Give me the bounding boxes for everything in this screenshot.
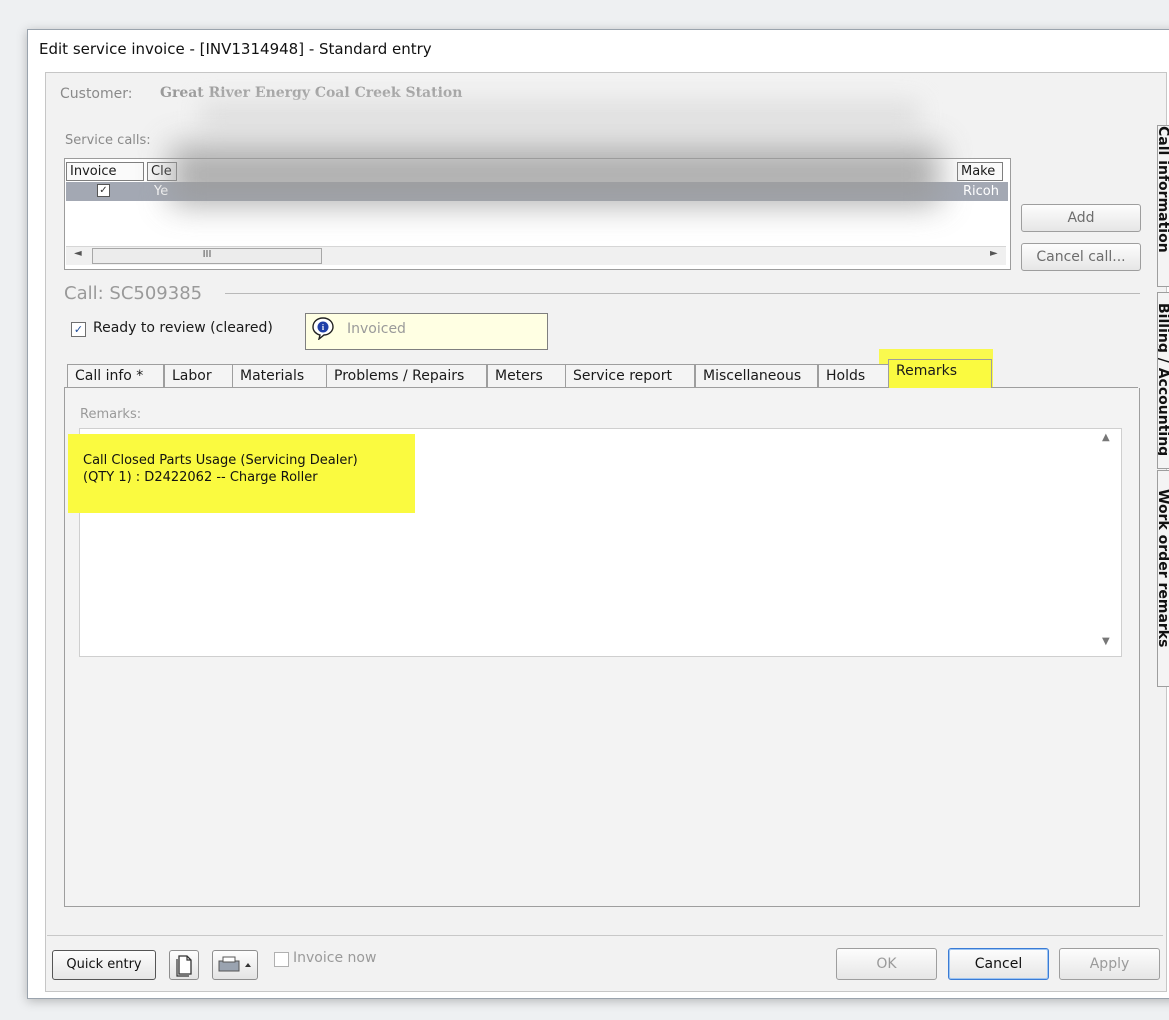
- remarks-label: Remarks:: [80, 407, 142, 422]
- row-make-cell: Ricoh: [963, 184, 999, 199]
- tab-miscellaneous[interactable]: Miscellaneous: [695, 364, 818, 387]
- ready-to-review-checkbox[interactable]: ✓: [71, 322, 86, 337]
- invoice-now-label: Invoice now: [293, 950, 377, 966]
- printer-icon: [218, 956, 251, 972]
- document-button[interactable]: [169, 950, 199, 980]
- invoice-row-checkbox[interactable]: ✓: [97, 184, 110, 197]
- scroll-up-icon[interactable]: ▲: [1102, 432, 1110, 443]
- tab-meters[interactable]: Meters: [487, 364, 566, 387]
- divider: [47, 935, 1163, 936]
- tab-problems-repairs[interactable]: Problems / Repairs: [326, 364, 487, 387]
- side-tab-label: Work order remarks: [1157, 489, 1169, 648]
- print-menu-button[interactable]: [212, 950, 258, 980]
- column-header-make[interactable]: Make: [957, 162, 1003, 181]
- tab-call-info[interactable]: Call info *: [67, 364, 164, 387]
- side-tab-billing-accounting[interactable]: Billing / Accounting: [1157, 292, 1169, 469]
- tab-labor[interactable]: Labor: [164, 364, 233, 387]
- scroll-right-icon[interactable]: ►: [990, 248, 998, 259]
- customer-value: Great River Energy Coal Creek Station: [160, 85, 463, 101]
- cancel-button[interactable]: Cancel: [948, 948, 1049, 980]
- status-text: Invoiced: [347, 321, 406, 337]
- scroll-down-icon[interactable]: ▼: [1102, 636, 1110, 647]
- row-cleared-cell: Ye: [154, 184, 169, 199]
- side-tab-work-order-remarks[interactable]: Work order remarks: [1157, 470, 1169, 687]
- ready-to-review-label: Ready to review (cleared): [93, 320, 273, 336]
- scroll-left-icon[interactable]: ◄: [74, 248, 82, 259]
- status-box: [305, 313, 548, 350]
- call-title: Call: SC509385: [64, 283, 203, 304]
- service-calls-label: Service calls:: [65, 133, 151, 148]
- side-tab-label: Call information: [1157, 126, 1169, 253]
- redacted-area: [200, 100, 920, 130]
- invoice-now-checkbox[interactable]: [274, 952, 289, 967]
- side-tab-call-information[interactable]: Call information: [1157, 125, 1169, 287]
- add-button[interactable]: Add: [1021, 204, 1141, 232]
- apply-button[interactable]: Apply: [1059, 948, 1160, 980]
- column-header-invoice[interactable]: Invoice: [66, 162, 144, 181]
- window-title: Edit service invoice - [INV1314948] - St…: [39, 40, 432, 58]
- remarks-text[interactable]: Call Closed Parts Usage (Servicing Deale…: [83, 452, 358, 486]
- quick-entry-button[interactable]: Quick entry: [52, 950, 156, 980]
- info-icon: i: [312, 317, 334, 340]
- tab-service-report[interactable]: Service report: [565, 364, 695, 387]
- tab-holds[interactable]: Holds: [818, 364, 892, 387]
- customer-label: Customer:: [60, 86, 133, 102]
- tab-materials[interactable]: Materials: [232, 364, 327, 387]
- divider: [225, 293, 1140, 294]
- tab-remarks[interactable]: Remarks: [888, 359, 992, 389]
- scroll-thumb[interactable]: III: [92, 248, 322, 264]
- cancel-call-button[interactable]: Cancel call...: [1021, 243, 1141, 271]
- side-tab-label: Billing / Accounting: [1157, 303, 1169, 457]
- ok-button[interactable]: OK: [836, 948, 937, 980]
- document-icon: [176, 955, 192, 977]
- redacted-area: [170, 145, 940, 205]
